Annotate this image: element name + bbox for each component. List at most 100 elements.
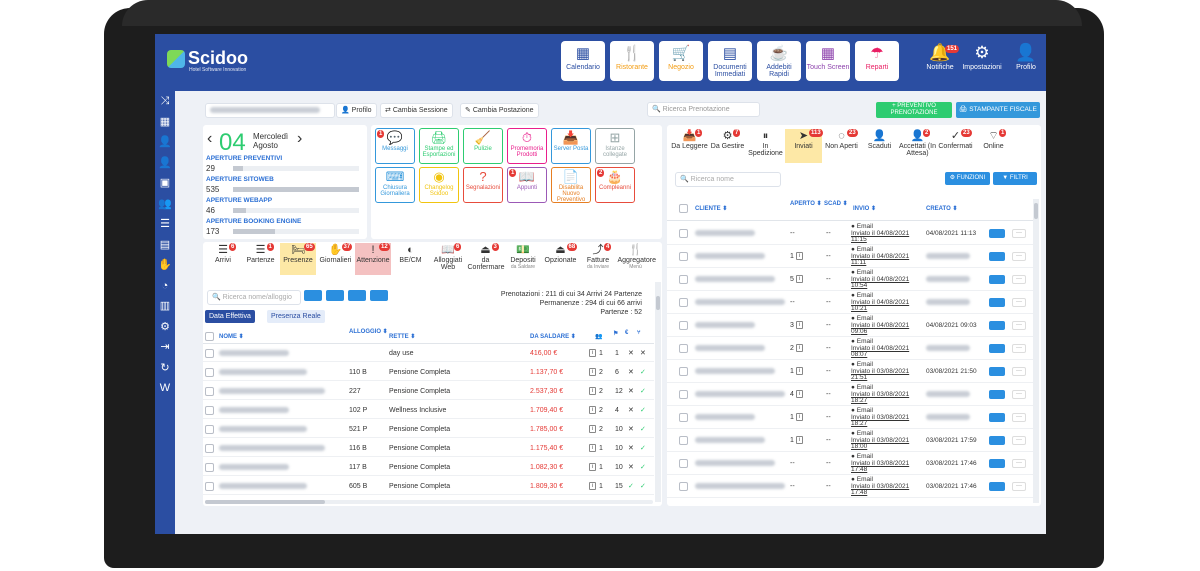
tool-da-leggere[interactable]: 📥 Da Leggere 1 [671,129,708,163]
select-all-checkbox[interactable] [205,332,214,341]
row-checkbox[interactable] [679,229,688,238]
info-icon[interactable]: i [589,478,596,495]
gear-icon[interactable]: ⚙ [155,317,175,338]
tool-partenze[interactable]: ☰ Partenze 1 [243,243,279,275]
send-mail-button[interactable] [989,482,1005,491]
row-checkbox[interactable] [679,367,688,376]
send-mail-button[interactable] [989,275,1005,284]
table-row[interactable]: 1 i -- ● Email Inviato il 03/08/2021 18:27 ·… [667,406,1033,429]
more-options-button[interactable]: ··· [1012,298,1026,307]
info-icon[interactable]: i [795,321,803,330]
users-icon[interactable]: 👥 [155,194,175,215]
new-quote-button[interactable]: + PREVENTIVO PRENOTAZIONE [876,102,952,118]
send-mail-button[interactable] [989,298,1005,307]
calendar-icon[interactable]: ▦ [155,112,175,133]
table-row[interactable]: 3 i -- ● Email Inviato il 04/08/2021 09:06 0… [667,314,1033,337]
table-row[interactable]: 605 B Pensione Completa 1.809,30 € i 1 15 ✓ ✓ [203,478,654,495]
shortcut-tile[interactable]: 📄 Disabilita Nuovo Preventivo [551,167,591,203]
module-tile[interactable]: ☂ Reparti [855,41,899,81]
row-checkbox[interactable] [679,344,688,353]
col-da-saldare[interactable]: DA SALDARE ⬍ [530,333,576,340]
next-day-button[interactable]: › [297,130,302,148]
more-options-button[interactable]: ··· [1012,252,1026,261]
table-row[interactable]: 110 B Pensione Completa 1.137,70 € i 2 6 ✕ ✓ [203,364,654,381]
table-row[interactable]: -- -- ● Email Inviato il 03/08/2021 17:48 03… [667,452,1033,475]
col-invio[interactable]: INVIO ⬍ [853,205,876,212]
tool-in-spedizione[interactable]: ⏸ In Spedizione [747,129,784,163]
change-station-button[interactable]: ✎ Cambia Postazione [460,103,539,118]
shortcut-tile[interactable]: 🖨 Stampe ed Esportazioni [419,128,459,164]
send-icon[interactable] [326,290,344,301]
presenze-search-input[interactable]: 🔍 Ricerca nome/alloggio [207,290,301,305]
shortcut-tile[interactable]: 💬 Messaggi 1 [375,128,415,164]
tool-online[interactable]: ⌔ Online 1 [975,129,1012,163]
gear-icon[interactable] [348,290,366,301]
module-tile[interactable]: 🛒 Negozio [659,41,703,81]
table-row[interactable]: -- -- ● Email Inviato il 04/08/2021 11:15 04… [667,222,1033,245]
row-checkbox[interactable] [679,459,688,468]
info-icon[interactable]: i [795,436,803,445]
document-icon[interactable]: ▤ [155,235,175,256]
shortcut-tile[interactable]: 📥 Server Posta [551,128,591,164]
info-icon[interactable]: i [795,390,803,399]
hand-money-icon[interactable]: ✋ [155,255,175,276]
col-euro-icon[interactable]: € [625,330,628,336]
tool-be-cm[interactable]: ◐ BE/CM [393,243,429,275]
send-mail-button[interactable] [989,367,1005,376]
module-tile[interactable]: ▦ Touch Screen [806,41,850,81]
logo[interactable]: Scidoo Hotel Software Innovation [167,48,248,73]
send-mail-button[interactable] [989,252,1005,261]
col-food-icon[interactable]: ⑂ [637,330,641,336]
table-row[interactable]: 2 i -- ● Email Inviato il 04/08/2021 08:07 ·… [667,337,1033,360]
user-clock-icon[interactable]: 👤 [155,132,175,153]
file-text-icon[interactable]: ▥ [155,296,175,317]
tool-non-aperti[interactable]: ◌ Non Aperti 23 [823,129,860,163]
info-icon[interactable]: i [589,459,596,476]
table-row[interactable]: 116 B Pensione Completa 1.175,40 € i 1 10 ✕ ✓ [203,440,654,457]
tool-da-confermare[interactable]: ⏏ da Confermare 3 [468,243,504,275]
more-options-button[interactable]: ··· [1012,344,1026,353]
pie-chart-icon[interactable]: ◔ [155,276,175,297]
module-tile[interactable]: 🍴 Ristorante [610,41,654,81]
tool-scaduti[interactable]: 👤 Scaduti [861,129,898,163]
table-row[interactable]: 4 i -- ● Email Inviato il 03/08/2021 18:27 ·… [667,383,1033,406]
list-icon[interactable]: ☰ [155,214,175,235]
table-row[interactable]: 117 B Pensione Completa 1.082,30 € i 1 10 ✕ ✓ [203,459,654,476]
row-checkbox[interactable] [679,252,688,261]
send-mail-button[interactable] [989,344,1005,353]
briefcase-icon[interactable]: ▣ [155,173,175,194]
row-checkbox[interactable] [679,436,688,445]
info-icon[interactable]: i [589,440,596,457]
select-all-checkbox[interactable] [679,204,688,213]
fiscal-printer-button[interactable]: 🖨 STAMPANTE FISCALE [956,102,1040,118]
tool-alloggiati-web[interactable]: 📖 Alloggiati Web 6 [430,243,466,275]
tool-giornalieri[interactable]: ✋ Giornalieri 37 [318,243,354,275]
notifications-button[interactable]: 🔔 Notifiche 151 [923,42,960,71]
preventivi-scrollbar[interactable] [1033,199,1039,503]
info-icon[interactable]: i [589,345,596,362]
funzioni-button[interactable]: ⚙ FUNZIONI [945,172,990,185]
tool-confermati[interactable]: ✓ Confermati 23 [937,129,974,163]
eye-icon[interactable] [304,290,322,301]
tab-presenza-reale[interactable]: Presenza Reale [267,310,325,323]
row-checkbox[interactable] [679,298,688,307]
presenze-hscrollbar[interactable] [205,500,653,504]
table-row[interactable]: 521 P Pensione Completa 1.785,00 € i 2 10 ✕ ✓ [203,421,654,438]
table-row[interactable]: 5 i -- ● Email Inviato il 04/08/2021 10:54 ·… [667,268,1033,291]
send-mail-button[interactable] [989,229,1005,238]
row-checkbox[interactable] [205,482,214,491]
user-clock-icon[interactable]: 👤 [155,153,175,174]
profile-link[interactable]: 👤 Profilo [336,103,377,118]
row-checkbox[interactable] [205,387,214,396]
col-flag-icon[interactable]: ⚑ [613,330,618,337]
col-alloggio[interactable]: ALLOGGIO ⬍ [349,328,388,335]
info-icon[interactable]: i [589,383,596,400]
send-mail-button[interactable] [989,321,1005,330]
more-options-button[interactable]: ··· [1012,229,1026,238]
row-checkbox[interactable] [205,368,214,377]
filtri-button[interactable]: ▼ FILTRI [993,172,1037,185]
table-row[interactable]: 1 i -- ● Email Inviato il 04/08/2021 11:11 ·… [667,245,1033,268]
row-checkbox[interactable] [205,444,214,453]
shortcut-tile[interactable]: ⊞ Istanze collegate [595,128,635,164]
table-row[interactable]: 102 P Wellness Inclusive 1.709,40 € i 2 4 ✕ ✓ [203,402,654,419]
